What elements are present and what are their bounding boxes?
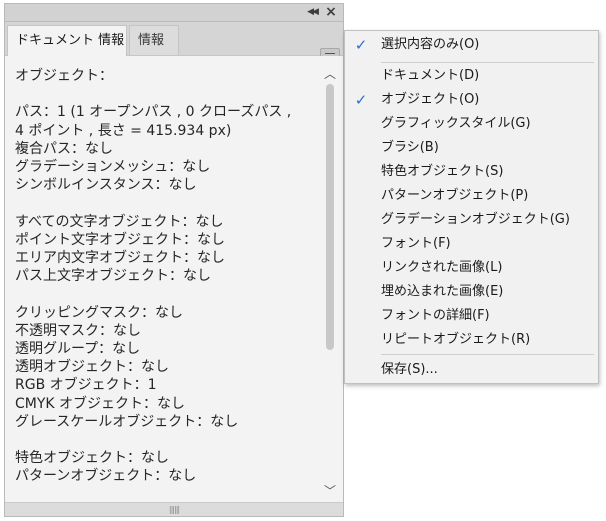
document-info-panel: ◀◀ × ドキュメント 情報 情報 オブジェクト： パス：1 (1 オープンパス… xyxy=(4,3,344,517)
panel-flyout-menu: ✓ 選択内容のみ(O) ドキュメント(D) ✓ オブジェクト(O) グラフィック… xyxy=(344,30,599,384)
menu-item-save[interactable]: 保存(S)... xyxy=(345,358,598,382)
menu-item-spot-color-objects[interactable]: 特色オブジェクト(S) xyxy=(345,160,598,184)
hamburger-icon xyxy=(325,53,335,54)
tab-info[interactable]: 情報 xyxy=(129,25,179,55)
menu-item-gradient-objects[interactable]: グラデーションオブジェクト(G) xyxy=(345,208,598,232)
menu-item-linked-images[interactable]: リンクされた画像(L) xyxy=(345,256,598,280)
panel-titlebar[interactable]: ◀◀ × xyxy=(5,4,343,22)
document-info-text: オブジェクト： パス：1 (1 オープンパス , 0 クローズパス , 4 ポイ… xyxy=(15,68,292,485)
menu-item-font-details[interactable]: フォントの詳細(F) xyxy=(345,304,598,328)
menu-item-document[interactable]: ドキュメント(D) xyxy=(345,64,598,88)
scroll-up-icon[interactable]: ︿ xyxy=(324,68,336,80)
close-icon[interactable]: × xyxy=(322,4,340,21)
menu-item-fonts[interactable]: フォント(F) xyxy=(345,232,598,256)
resize-grip[interactable]: |||||| xyxy=(5,502,343,516)
menu-divider xyxy=(381,354,594,355)
menu-item-repeat-objects[interactable]: リピートオブジェクト(R) xyxy=(345,328,598,352)
tab-document-info[interactable]: ドキュメント 情報 xyxy=(7,25,127,56)
menu-item-pattern-objects[interactable]: パターンオブジェクト(P) xyxy=(345,184,598,208)
scrollbar-thumb[interactable] xyxy=(326,84,334,350)
info-content[interactable]: オブジェクト： パス：1 (1 オープンパス , 0 クローズパス , 4 ポイ… xyxy=(5,56,343,503)
menu-item-graphic-styles[interactable]: グラフィックスタイル(G) xyxy=(345,112,598,136)
panel-tabs: ドキュメント 情報 情報 xyxy=(5,22,343,66)
checkmark-icon: ✓ xyxy=(354,91,368,109)
menu-divider xyxy=(381,62,594,63)
collapse-panel-icon[interactable]: ◀◀ xyxy=(303,4,321,21)
menu-item-brushes[interactable]: ブラシ(B) xyxy=(345,136,598,160)
menu-item-selection-only[interactable]: ✓ 選択内容のみ(O) xyxy=(345,33,598,57)
checkmark-icon: ✓ xyxy=(354,36,368,54)
scroll-down-icon[interactable]: ﹀ xyxy=(324,485,336,497)
menu-item-objects[interactable]: ✓ オブジェクト(O) xyxy=(345,88,598,112)
menu-item-embedded-images[interactable]: 埋め込まれた画像(E) xyxy=(345,280,598,304)
grip-icon: |||||| xyxy=(168,505,180,514)
